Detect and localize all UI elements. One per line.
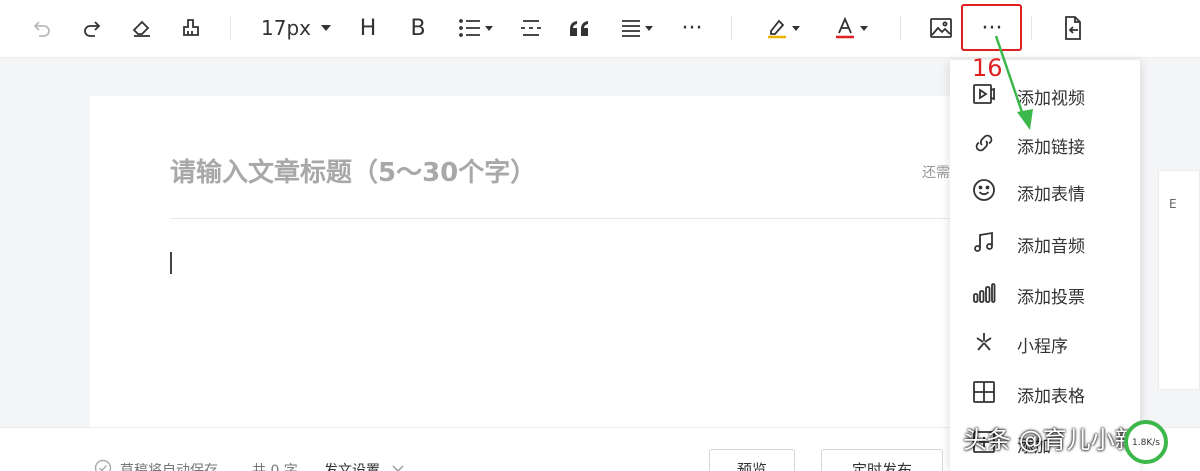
bold-button[interactable]: B [406, 10, 430, 46]
menu-item-add-audio[interactable]: 添加音频 [950, 222, 1140, 262]
editor-card: 请输入文章标题（5～30个字） 还需 [90, 96, 950, 436]
vote-icon [973, 283, 996, 303]
quote-button[interactable] [566, 10, 592, 46]
title-input[interactable]: 请输入文章标题（5～30个字） [170, 152, 536, 189]
highlight-button[interactable] [762, 10, 804, 46]
format-painter-icon [183, 19, 199, 36]
table-icon [973, 381, 995, 403]
more-icon: ··· [681, 15, 703, 41]
chevron-down-icon [792, 25, 800, 31]
list-icon [459, 19, 480, 37]
chevron-down-icon [485, 25, 493, 31]
menu-item-label: 添加链接 [1017, 138, 1085, 158]
check-circle-icon [94, 459, 112, 471]
video-icon [973, 84, 995, 104]
divider-icon [521, 20, 541, 36]
link-icon [975, 134, 993, 152]
menu-item-add-link[interactable]: 添加链接 [950, 123, 1140, 163]
bold-icon: B [410, 15, 426, 41]
annotation-step-number: 16 [972, 54, 1003, 82]
chevron-down-icon [645, 25, 653, 31]
menu-item-add-vote[interactable]: 添加投票 [950, 273, 1140, 313]
word-count: 共 0 字 [252, 463, 298, 471]
chevron-down-icon [392, 465, 404, 471]
menu-item-add-emoji[interactable]: 添加表情 [950, 170, 1140, 210]
network-speed-text: 1.8K/s [1132, 438, 1160, 448]
heading-icon: H [359, 15, 377, 41]
menu-item-label: 添加表格 [1017, 387, 1085, 407]
format-painter-button[interactable] [177, 10, 205, 46]
clear-format-button[interactable] [128, 10, 156, 46]
undo-button[interactable] [28, 10, 56, 46]
menu-item-add-table[interactable]: 添加表格 [950, 372, 1140, 412]
divider-button[interactable] [518, 10, 544, 46]
redo-icon [84, 21, 101, 37]
image-icon [930, 18, 952, 38]
more-format-button[interactable]: ··· [678, 10, 706, 46]
chevron-down-icon [320, 25, 331, 31]
side-panel: E [1158, 170, 1200, 390]
toolbar-separator [1031, 16, 1032, 40]
menu-item-label: 添加表情 [1017, 185, 1085, 205]
preview-button[interactable]: 预览 [709, 449, 795, 471]
list-button[interactable] [456, 10, 496, 46]
align-icon [622, 20, 640, 37]
import-document-button[interactable] [1059, 10, 1087, 46]
highlight-icon [768, 19, 786, 39]
schedule-publish-button[interactable]: 定时发布 [821, 449, 943, 471]
emoji-icon [973, 179, 995, 201]
chevron-down-icon [860, 25, 868, 31]
title-hint: 还需 [922, 165, 950, 181]
menu-item-label: 添加投票 [1017, 288, 1085, 308]
annotation-highlight-box [961, 4, 1022, 51]
side-panel-text: E [1169, 197, 1177, 211]
redo-button[interactable] [78, 10, 106, 46]
font-size-value: 17px [261, 16, 311, 40]
network-speed-badge: 1.8K/s [1124, 420, 1168, 464]
import-icon [1065, 16, 1081, 40]
toolbar-separator [230, 16, 231, 40]
font-color-icon [836, 17, 854, 39]
mini-program-icon [976, 333, 992, 351]
insert-dropdown-menu: 添加视频 添加链接 添加表情 添加音频 添加投票 小程序 添加表格 添加 [950, 60, 1140, 471]
audio-icon [974, 231, 993, 252]
insert-image-button[interactable] [928, 10, 954, 46]
watermark: 头条 @育儿小新 [963, 426, 1139, 454]
align-button[interactable] [617, 10, 657, 46]
eraser-icon [132, 20, 150, 37]
menu-item-label: 小程序 [1017, 337, 1068, 357]
toolbar-separator [731, 16, 732, 40]
menu-item-mini-program[interactable]: 小程序 [950, 322, 1140, 362]
font-size-select[interactable]: 17px [258, 10, 334, 46]
heading-button[interactable]: H [356, 10, 380, 46]
text-cursor [170, 252, 172, 274]
font-color-button[interactable] [830, 10, 872, 46]
undo-icon [33, 21, 50, 37]
quote-icon [570, 21, 588, 36]
title-divider [170, 218, 950, 219]
menu-item-label: 添加视频 [1017, 89, 1085, 109]
toolbar-separator [900, 16, 901, 40]
menu-item-label: 添加音频 [1017, 237, 1085, 257]
autosave-status: 草稿将自动保存 [120, 463, 218, 471]
publish-settings[interactable]: 发文设置 [324, 460, 380, 471]
